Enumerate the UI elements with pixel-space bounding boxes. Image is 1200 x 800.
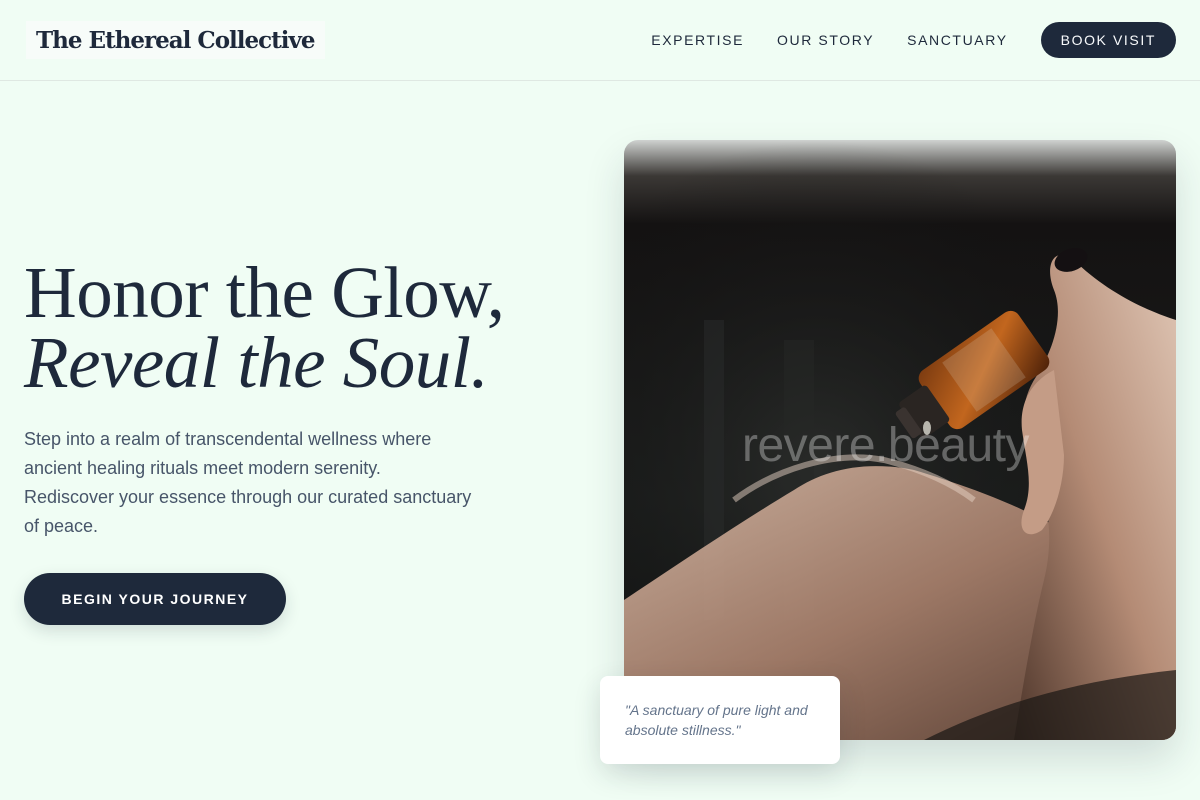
brand-logo[interactable]: The Ethereal Collective xyxy=(26,21,325,59)
site-header: The Ethereal Collective EXPERTISE OUR ST… xyxy=(0,0,1200,81)
quote-card: "A sanctuary of pure light and absolute … xyxy=(600,676,840,764)
nav-link-expertise[interactable]: EXPERTISE xyxy=(651,32,744,48)
hero-headline-line1: Honor the Glow, xyxy=(24,252,505,333)
hero-description: Step into a realm of transcendental well… xyxy=(24,429,472,536)
book-visit-button[interactable]: BOOK VISIT xyxy=(1040,22,1176,58)
watermark-text: revere.beauty xyxy=(742,419,1030,472)
quote-text: "A sanctuary of pure light and absolute … xyxy=(625,702,808,738)
begin-journey-button[interactable]: BEGIN YOUR JOURNEY xyxy=(24,573,286,625)
main-nav: EXPERTISE OUR STORY SANCTUARY BOOK VISIT xyxy=(651,22,1176,58)
hero-headline-line2: Reveal the Soul. xyxy=(24,322,489,403)
nav-link-our-story[interactable]: OUR STORY xyxy=(777,32,874,48)
hero-headline: Honor the Glow, Reveal the Soul. xyxy=(24,252,604,403)
nav-link-sanctuary[interactable]: SANCTUARY xyxy=(907,32,1008,48)
